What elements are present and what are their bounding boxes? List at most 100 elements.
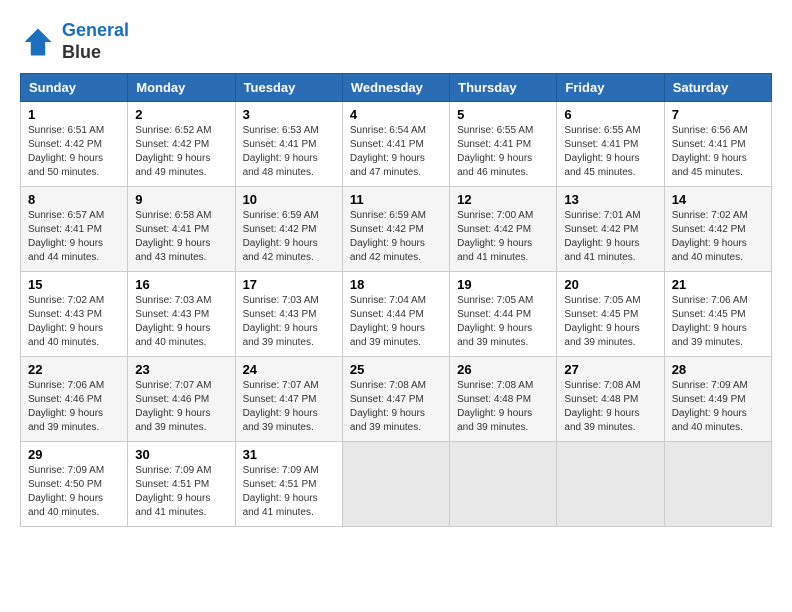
calendar-cell: 9 Sunrise: 6:58 AMSunset: 4:41 PMDaylight…	[128, 187, 235, 272]
calendar-cell: 4 Sunrise: 6:54 AMSunset: 4:41 PMDaylight…	[342, 102, 449, 187]
calendar-cell: 20 Sunrise: 7:05 AMSunset: 4:45 PMDayligh…	[557, 272, 664, 357]
day-info: Sunrise: 7:06 AMSunset: 4:46 PMDaylight:…	[28, 379, 120, 435]
calendar-cell: 5Sunrise: 6:55 AMSunset: 4:41 PMDaylight…	[450, 102, 557, 187]
day-number: 25	[350, 362, 442, 377]
calendar-cell: 28 Sunrise: 7:09 AMSunset: 4:49 PMDayligh…	[664, 357, 771, 442]
day-number: 28	[672, 362, 764, 377]
day-info: Sunrise: 7:07 AMSunset: 4:46 PMDaylight:…	[135, 379, 227, 435]
day-info: Sunrise: 7:09 AMSunset: 4:50 PMDaylight:…	[28, 464, 120, 520]
calendar-cell: 23 Sunrise: 7:07 AMSunset: 4:46 PMDayligh…	[128, 357, 235, 442]
day-info: Sunrise: 6:51 AMSunset: 4:42 PMDaylight:…	[28, 124, 120, 180]
day-number: 4	[350, 107, 442, 122]
calendar-cell: 21 Sunrise: 7:06 AMSunset: 4:45 PMDayligh…	[664, 272, 771, 357]
day-number: 24	[243, 362, 335, 377]
day-number: 6	[564, 107, 656, 122]
day-info: Sunrise: 6:58 AMSunset: 4:41 PMDaylight:…	[135, 209, 227, 265]
day-info: Sunrise: 6:54 AMSunset: 4:41 PMDaylight:…	[350, 124, 442, 180]
day-number: 17	[243, 277, 335, 292]
calendar-cell: 26 Sunrise: 7:08 AMSunset: 4:48 PMDayligh…	[450, 357, 557, 442]
calendar-cell	[557, 442, 664, 527]
week-row-3: 15 Sunrise: 7:02 AMSunset: 4:43 PMDayligh…	[21, 272, 772, 357]
day-info: Sunrise: 7:08 AMSunset: 4:48 PMDaylight:…	[564, 379, 656, 435]
logo-text: GeneralBlue	[62, 20, 129, 63]
day-info: Sunrise: 7:06 AMSunset: 4:45 PMDaylight:…	[672, 294, 764, 350]
calendar-cell: 14 Sunrise: 7:02 AMSunset: 4:42 PMDayligh…	[664, 187, 771, 272]
day-number: 20	[564, 277, 656, 292]
calendar-cell: 2 Sunrise: 6:52 AMSunset: 4:42 PMDaylight…	[128, 102, 235, 187]
calendar-cell: 19 Sunrise: 7:05 AMSunset: 4:44 PMDayligh…	[450, 272, 557, 357]
day-number: 2	[135, 107, 227, 122]
day-number: 23	[135, 362, 227, 377]
day-number: 30	[135, 447, 227, 462]
weekday-header-wednesday: Wednesday	[342, 74, 449, 102]
day-number: 7	[672, 107, 764, 122]
day-info: Sunrise: 7:09 AMSunset: 4:51 PMDaylight:…	[243, 464, 335, 520]
week-row-1: 1 Sunrise: 6:51 AMSunset: 4:42 PMDaylight…	[21, 102, 772, 187]
day-number: 14	[672, 192, 764, 207]
calendar-cell: 1 Sunrise: 6:51 AMSunset: 4:42 PMDaylight…	[21, 102, 128, 187]
day-number: 11	[350, 192, 442, 207]
day-number: 15	[28, 277, 120, 292]
calendar-cell: 27 Sunrise: 7:08 AMSunset: 4:48 PMDayligh…	[557, 357, 664, 442]
calendar-cell: 24 Sunrise: 7:07 AMSunset: 4:47 PMDayligh…	[235, 357, 342, 442]
day-info: Sunrise: 7:02 AMSunset: 4:42 PMDaylight:…	[672, 209, 764, 265]
calendar-cell: 10 Sunrise: 6:59 AMSunset: 4:42 PMDayligh…	[235, 187, 342, 272]
weekday-header-monday: Monday	[128, 74, 235, 102]
day-info: Sunrise: 7:03 AMSunset: 4:43 PMDaylight:…	[243, 294, 335, 350]
day-info: Sunrise: 6:52 AMSunset: 4:42 PMDaylight:…	[135, 124, 227, 180]
week-row-5: 29 Sunrise: 7:09 AMSunset: 4:50 PMDayligh…	[21, 442, 772, 527]
weekday-header-friday: Friday	[557, 74, 664, 102]
day-info: Sunrise: 6:56 AMSunset: 4:41 PMDaylight:…	[672, 124, 764, 180]
calendar-cell: 17 Sunrise: 7:03 AMSunset: 4:43 PMDayligh…	[235, 272, 342, 357]
weekday-header-tuesday: Tuesday	[235, 74, 342, 102]
day-info: Sunrise: 6:59 AMSunset: 4:42 PMDaylight:…	[350, 209, 442, 265]
calendar-cell: 31Sunrise: 7:09 AMSunset: 4:51 PMDayligh…	[235, 442, 342, 527]
day-number: 21	[672, 277, 764, 292]
calendar-cell: 18Sunrise: 7:04 AMSunset: 4:44 PMDayligh…	[342, 272, 449, 357]
day-number: 27	[564, 362, 656, 377]
logo: GeneralBlue	[20, 20, 129, 63]
day-info: Sunrise: 7:01 AMSunset: 4:42 PMDaylight:…	[564, 209, 656, 265]
day-number: 12	[457, 192, 549, 207]
page-header: GeneralBlue	[20, 20, 772, 63]
day-number: 13	[564, 192, 656, 207]
day-info: Sunrise: 7:08 AMSunset: 4:47 PMDaylight:…	[350, 379, 442, 435]
day-info: Sunrise: 7:05 AMSunset: 4:44 PMDaylight:…	[457, 294, 549, 350]
week-row-4: 22Sunrise: 7:06 AMSunset: 4:46 PMDayligh…	[21, 357, 772, 442]
calendar-cell	[664, 442, 771, 527]
calendar-cell	[450, 442, 557, 527]
calendar-cell	[342, 442, 449, 527]
weekday-header-sunday: Sunday	[21, 74, 128, 102]
calendar-cell: 12 Sunrise: 7:00 AMSunset: 4:42 PMDayligh…	[450, 187, 557, 272]
calendar-cell: 25 Sunrise: 7:08 AMSunset: 4:47 PMDayligh…	[342, 357, 449, 442]
day-info: Sunrise: 7:04 AMSunset: 4:44 PMDaylight:…	[350, 294, 442, 350]
calendar-cell: 3 Sunrise: 6:53 AMSunset: 4:41 PMDaylight…	[235, 102, 342, 187]
day-number: 3	[243, 107, 335, 122]
calendar-cell: 8Sunrise: 6:57 AMSunset: 4:41 PMDaylight…	[21, 187, 128, 272]
day-info: Sunrise: 6:59 AMSunset: 4:42 PMDaylight:…	[243, 209, 335, 265]
day-number: 29	[28, 447, 120, 462]
day-info: Sunrise: 7:08 AMSunset: 4:48 PMDaylight:…	[457, 379, 549, 435]
calendar-cell: 13 Sunrise: 7:01 AMSunset: 4:42 PMDayligh…	[557, 187, 664, 272]
day-number: 10	[243, 192, 335, 207]
day-info: Sunrise: 7:07 AMSunset: 4:47 PMDaylight:…	[243, 379, 335, 435]
calendar-cell: 7 Sunrise: 6:56 AMSunset: 4:41 PMDaylight…	[664, 102, 771, 187]
day-info: Sunrise: 7:09 AMSunset: 4:49 PMDaylight:…	[672, 379, 764, 435]
day-number: 26	[457, 362, 549, 377]
weekday-header-thursday: Thursday	[450, 74, 557, 102]
day-number: 1	[28, 107, 120, 122]
day-number: 19	[457, 277, 549, 292]
weekday-header-saturday: Saturday	[664, 74, 771, 102]
calendar-cell: 6 Sunrise: 6:55 AMSunset: 4:41 PMDaylight…	[557, 102, 664, 187]
calendar-cell: 29 Sunrise: 7:09 AMSunset: 4:50 PMDayligh…	[21, 442, 128, 527]
weekday-header-row: SundayMondayTuesdayWednesdayThursdayFrid…	[21, 74, 772, 102]
day-number: 8	[28, 192, 120, 207]
day-info: Sunrise: 7:05 AMSunset: 4:45 PMDaylight:…	[564, 294, 656, 350]
calendar-cell: 16Sunrise: 7:03 AMSunset: 4:43 PMDayligh…	[128, 272, 235, 357]
week-row-2: 8Sunrise: 6:57 AMSunset: 4:41 PMDaylight…	[21, 187, 772, 272]
day-info: Sunrise: 6:53 AMSunset: 4:41 PMDaylight:…	[243, 124, 335, 180]
day-info: Sunrise: 6:55 AMSunset: 4:41 PMDaylight:…	[564, 124, 656, 180]
day-number: 9	[135, 192, 227, 207]
day-info: Sunrise: 7:02 AMSunset: 4:43 PMDaylight:…	[28, 294, 120, 350]
day-info: Sunrise: 7:00 AMSunset: 4:42 PMDaylight:…	[457, 209, 549, 265]
